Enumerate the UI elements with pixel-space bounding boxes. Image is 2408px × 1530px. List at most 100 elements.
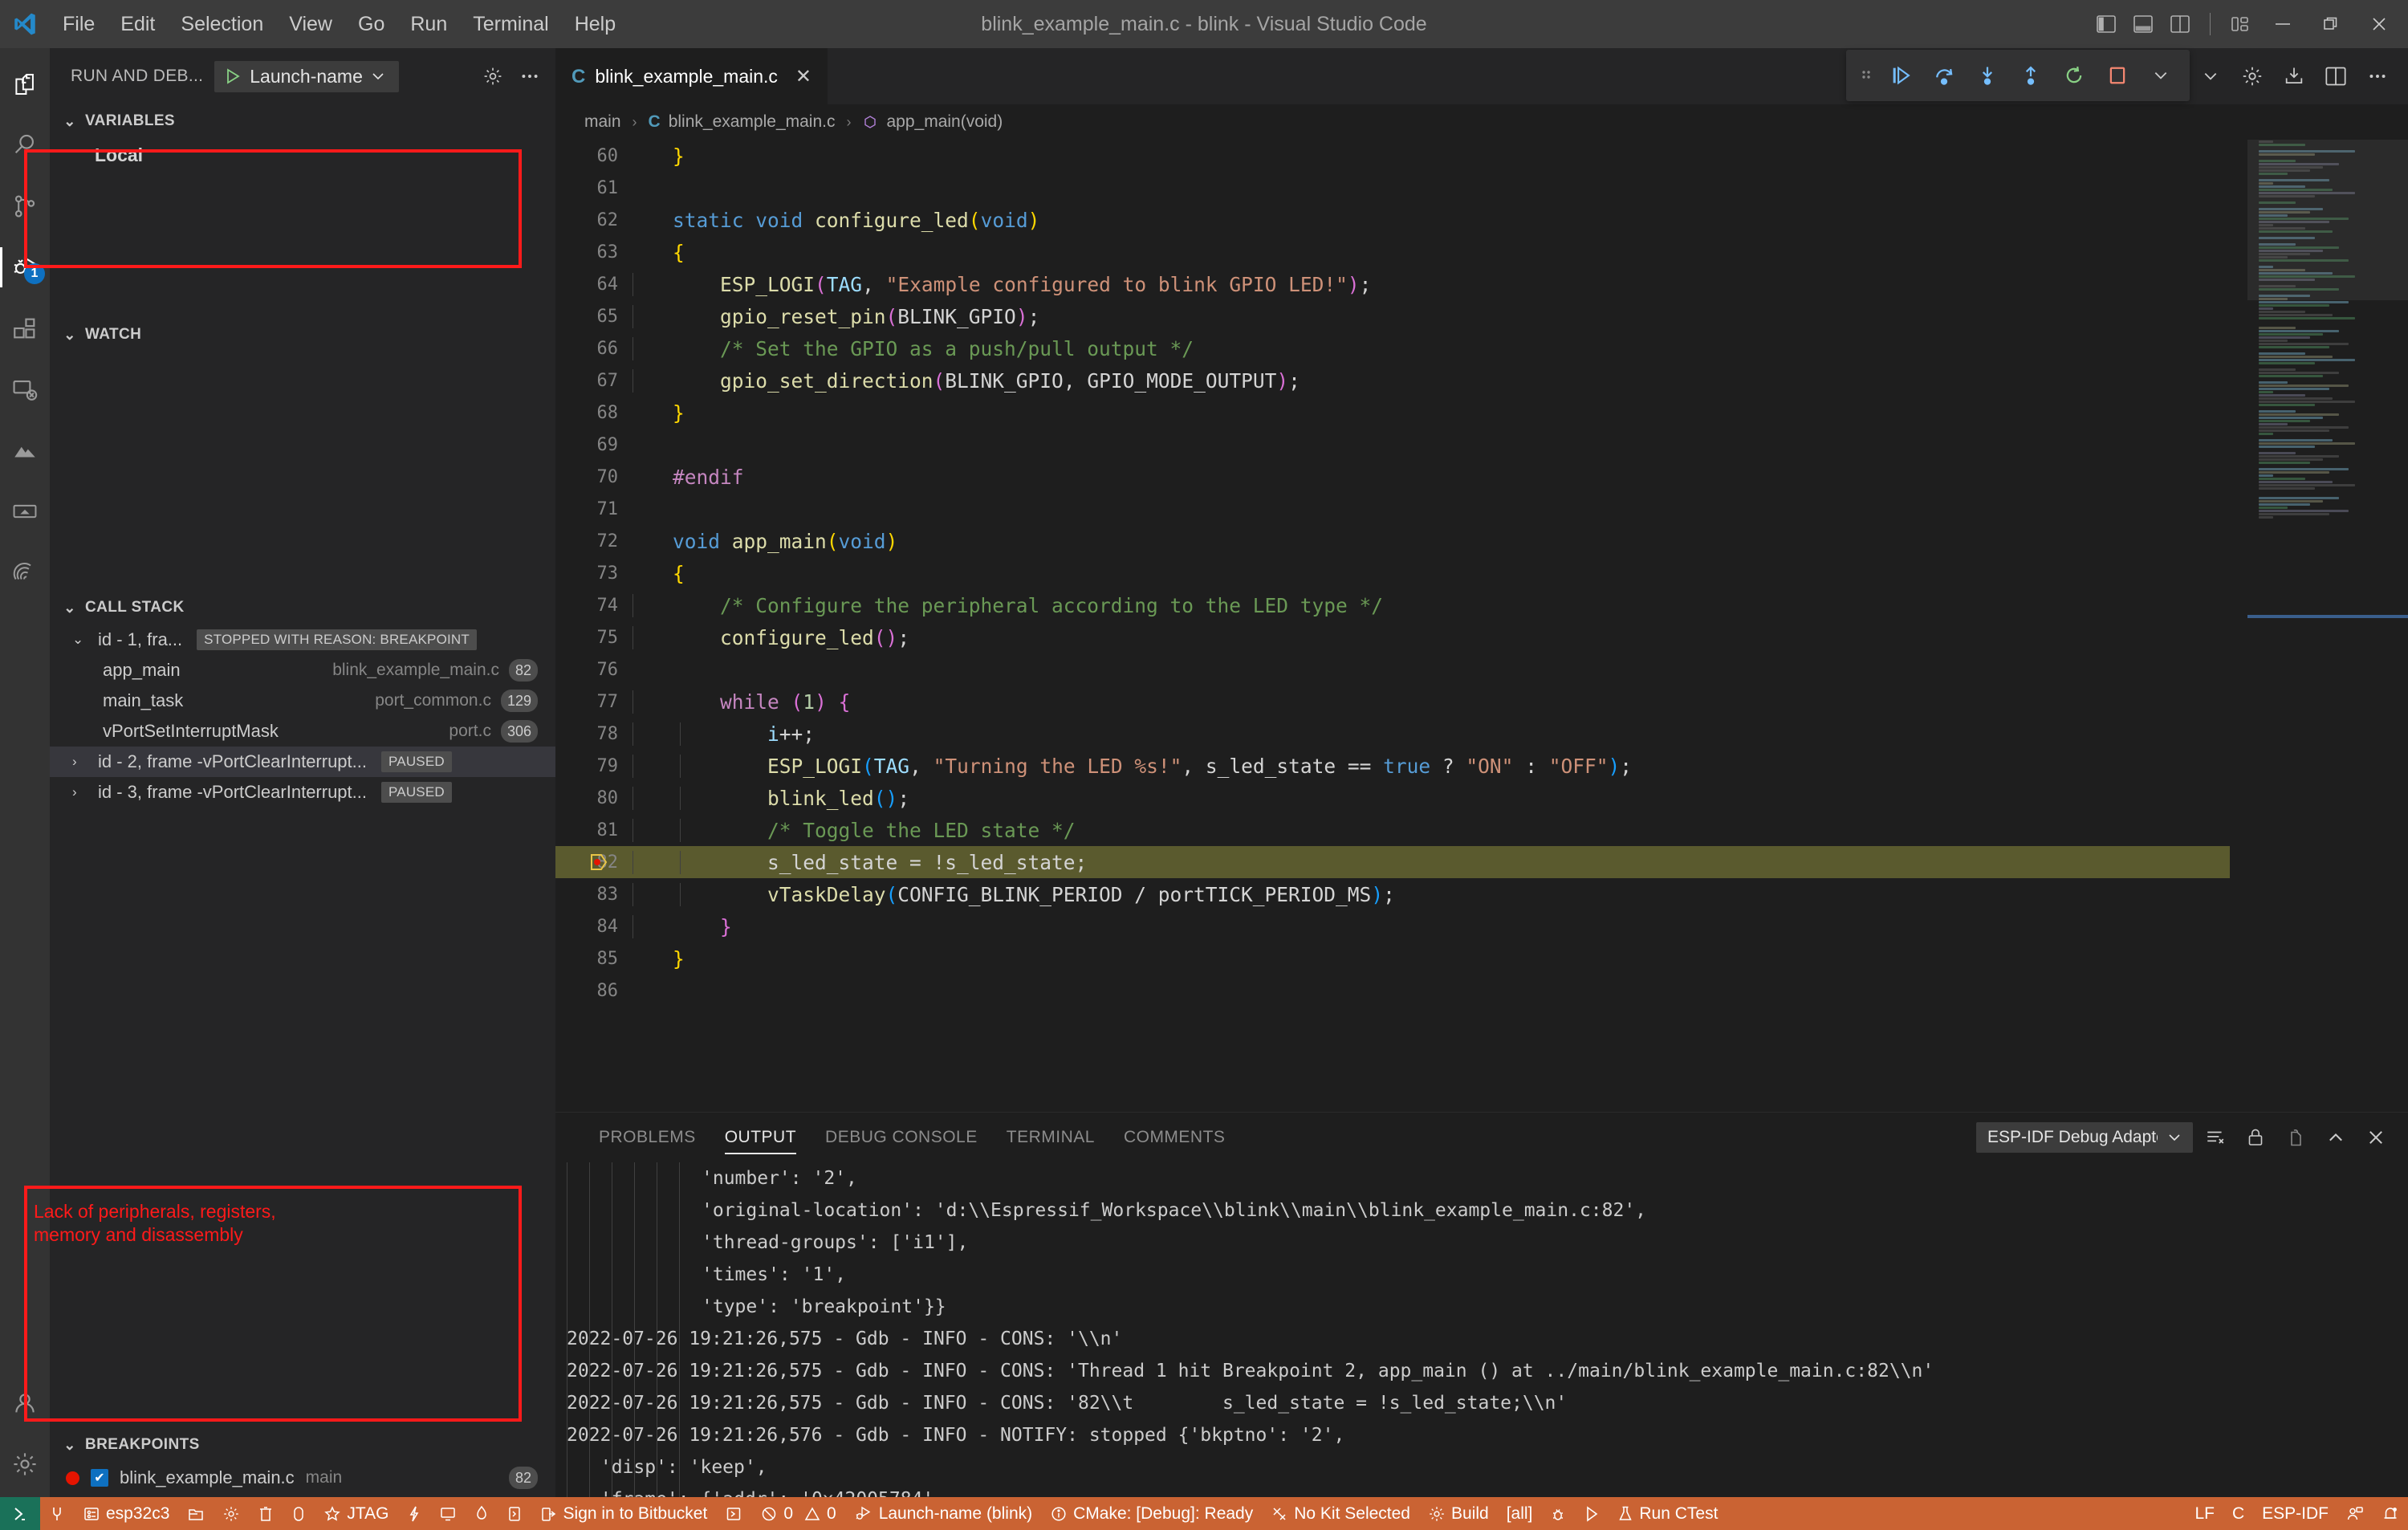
code-line[interactable]: 85} <box>555 942 2230 975</box>
output-lines[interactable]: 'number': '2', 'original-location': 'd:\\… <box>555 1162 2408 1497</box>
code-text[interactable]: blink_led(); <box>633 786 909 810</box>
sidebar-item-remote-explorer[interactable] <box>0 364 50 414</box>
bitbucket-item[interactable]: Sign in to Bitbucket <box>531 1497 717 1530</box>
esp-idf-item[interactable]: ESP-IDF <box>2253 1497 2337 1530</box>
sidebar-item-run-and-debug[interactable]: 1 <box>0 242 50 292</box>
sidebar-item-explorer[interactable] <box>0 59 50 109</box>
code-line[interactable]: 60} <box>555 140 2230 172</box>
tab-output[interactable]: OUTPUT <box>710 1113 811 1162</box>
step-out-button[interactable] <box>2010 55 2052 96</box>
code-line[interactable]: 61 <box>555 172 2230 204</box>
code-line[interactable]: 76 <box>555 653 2230 686</box>
code-editor[interactable]: 60} 61 62 static void configure_led(void) 63… <box>555 140 2408 1112</box>
notifications-item[interactable] <box>2373 1497 2408 1530</box>
code-line[interactable]: 82 s_led_state = !s_led_state; <box>555 846 2230 878</box>
menu-item-go[interactable]: Go <box>345 8 397 41</box>
call-stack-frame[interactable]: app_main blink_example_main.c 82 <box>50 655 555 686</box>
open-editor-icon[interactable] <box>2278 1120 2313 1155</box>
code-text[interactable]: ESP_LOGI(TAG, "Example configured to bli… <box>633 272 1371 296</box>
sdk-configuration-item[interactable] <box>214 1497 249 1530</box>
port-item[interactable] <box>40 1497 74 1530</box>
code-text[interactable]: } <box>633 401 685 425</box>
cmake-target-item[interactable]: [all] <box>1498 1497 1542 1530</box>
code-line[interactable]: 70 #endif <box>555 461 2230 493</box>
minimap-slider[interactable] <box>2247 140 2408 300</box>
breadcrumb-item-symbol[interactable]: app_main(void) <box>886 112 1003 132</box>
grip-icon[interactable] <box>1854 67 1878 84</box>
open-launch-json-gear-icon[interactable] <box>477 60 509 92</box>
code-text[interactable]: /* Configure the peripheral according to… <box>633 593 1383 617</box>
code-line[interactable]: 68} <box>555 397 2230 429</box>
menu-item-view[interactable]: View <box>276 8 345 41</box>
erase-flash-item[interactable] <box>283 1497 315 1530</box>
debug-toolbar[interactable] <box>1846 50 2190 101</box>
cmake-build-item[interactable]: Build <box>1419 1497 1498 1530</box>
close-button[interactable] <box>2355 0 2403 48</box>
code-text[interactable]: ESP_LOGI(TAG, "Turning the LED %s!", s_l… <box>633 754 1632 778</box>
call-stack-thread-3[interactable]: › id - 3, frame -vPortClearInterrupt... … <box>50 777 555 808</box>
watch-section-header[interactable]: ⌄ WATCH <box>50 318 555 352</box>
toggle-secondary-sidebar-icon[interactable] <box>2162 5 2199 43</box>
continue-button[interactable] <box>1880 55 1922 96</box>
lock-icon[interactable] <box>2238 1120 2273 1155</box>
problems-item[interactable]: 0 0 <box>751 1497 844 1530</box>
cmake-launch-item[interactable] <box>1575 1497 1609 1530</box>
tab-comments[interactable]: COMMENTS <box>1109 1113 1240 1162</box>
toggle-primary-sidebar-icon[interactable] <box>2088 5 2125 43</box>
sidebar-item-search[interactable] <box>0 120 50 170</box>
language-mode-item[interactable]: C <box>2223 1497 2253 1530</box>
code-line[interactable]: 77 while (1) { <box>555 686 2230 718</box>
code-text[interactable]: } <box>633 144 685 168</box>
more-actions-button[interactable] <box>2358 57 2397 96</box>
breakpoints-section-header[interactable]: ⌄ BREAKPOINTS <box>50 1428 555 1462</box>
open-doc-item[interactable] <box>716 1497 751 1530</box>
code-text[interactable]: vTaskDelay(CONFIG_BLINK_PERIOD / portTIC… <box>633 882 1395 906</box>
sidebar-item-espressif-idf[interactable] <box>0 425 50 475</box>
call-stack-frame[interactable]: main_task port_common.c 129 <box>50 686 555 716</box>
code-text[interactable]: #endif <box>633 466 744 489</box>
code-line[interactable]: 71 <box>555 493 2230 525</box>
eol-item[interactable]: LF <box>2186 1497 2223 1530</box>
sidebar-item-source-control[interactable] <box>0 181 50 231</box>
minimize-button[interactable] <box>2259 0 2307 48</box>
restore-button[interactable] <box>2307 0 2355 48</box>
close-icon[interactable]: ✕ <box>795 65 811 88</box>
settings-button[interactable] <box>2233 57 2272 96</box>
step-into-button[interactable] <box>1967 55 2008 96</box>
ellipsis-icon[interactable] <box>514 60 546 92</box>
tab-problems[interactable]: PROBLEMS <box>584 1113 710 1162</box>
code-text[interactable]: static void configure_led(void) <box>633 209 1039 232</box>
breadcrumb-item-main[interactable]: main <box>584 112 621 132</box>
code-text[interactable]: s_led_state = !s_led_state; <box>633 850 1087 874</box>
sidebar-item-esp-rainmaker[interactable] <box>0 486 50 536</box>
code-line[interactable]: 75 configure_led(); <box>555 621 2230 653</box>
account-icon[interactable] <box>0 1378 50 1428</box>
cmake-kit-item[interactable]: No Kit Selected <box>1262 1497 1419 1530</box>
overview-ruler[interactable] <box>2230 140 2247 1112</box>
code-line[interactable]: 72 void app_main(void) <box>555 525 2230 557</box>
call-stack-frame[interactable]: vPortSetInterruptMask port.c 306 <box>50 716 555 747</box>
open-terminal-item[interactable] <box>498 1497 531 1530</box>
call-stack-thread-1[interactable]: ⌄ id - 1, fra... STOPPED WITH REASON: BR… <box>50 625 555 655</box>
build-flash-monitor-item[interactable] <box>466 1497 498 1530</box>
sidebar-item-wokwi[interactable] <box>0 547 50 597</box>
minimap[interactable] <box>2247 140 2408 1112</box>
clear-output-button[interactable] <box>2198 1120 2233 1155</box>
code-line[interactable]: 86 <box>555 975 2230 1007</box>
code-lines[interactable]: 60} 61 62 static void configure_led(void) 63… <box>555 140 2230 1112</box>
code-text[interactable]: } <box>633 914 732 938</box>
cmake-debug-item[interactable] <box>1541 1497 1575 1530</box>
launch-configuration-select[interactable]: Launch-name <box>214 60 400 92</box>
jtag-item[interactable]: JTAG <box>315 1497 397 1530</box>
stop-button[interactable] <box>2097 55 2138 96</box>
tab-debug-console[interactable]: DEBUG CONSOLE <box>811 1113 992 1162</box>
call-stack-section-header[interactable]: ⌄ CALL STACK <box>50 591 555 625</box>
code-text[interactable]: { <box>633 241 685 264</box>
customize-layout-icon[interactable] <box>2222 5 2259 43</box>
code-line[interactable]: 64 ESP_LOGI(TAG, "Example configured to … <box>555 268 2230 300</box>
remote-window-item[interactable] <box>0 1497 40 1530</box>
sidebar-item-extensions[interactable] <box>0 303 50 353</box>
debug-session-item[interactable]: Launch-name (blink) <box>845 1497 1041 1530</box>
run-ctest-item[interactable]: Run CTest <box>1609 1497 1727 1530</box>
breakpoint-checkbox[interactable]: ✔ <box>91 1469 108 1487</box>
